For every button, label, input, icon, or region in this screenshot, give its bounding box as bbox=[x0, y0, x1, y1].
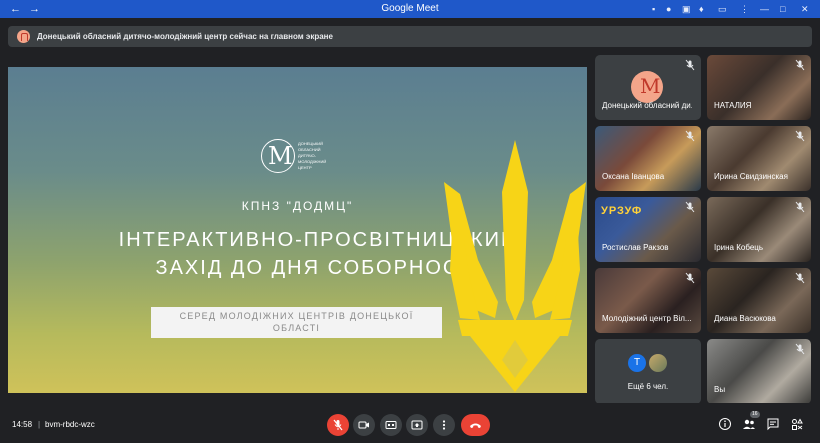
close-icon[interactable]: ✕ bbox=[801, 3, 809, 15]
window-title: Google Meet bbox=[381, 3, 439, 14]
main-presentation: M ДОНЕЦЬКИЙ ОБЛАСНИЙ ДИТЯЧО- МОЛОДІЖНИЙ … bbox=[8, 67, 587, 393]
participant-tile[interactable]: НАТАЛИЯ bbox=[707, 55, 811, 120]
participant-name: Ростислав Ракзов bbox=[602, 243, 669, 252]
mic-off-icon bbox=[685, 272, 695, 284]
participant-avatar: M bbox=[631, 71, 663, 103]
participant-name: Ирина Свидзинская bbox=[714, 172, 788, 181]
logo-ring: M bbox=[261, 139, 295, 173]
minimize-icon[interactable]: — bbox=[760, 3, 769, 15]
mic-off-icon bbox=[795, 343, 805, 355]
trident-icon bbox=[444, 140, 586, 392]
participant-tile[interactable]: M Донецький обласний ди... bbox=[595, 55, 701, 120]
meeting-time: 14:58 bbox=[12, 420, 33, 429]
participant-tile[interactable]: Диана Васюкова bbox=[707, 268, 811, 333]
presenting-banner: Донецький обласний дитячо-молодіжний цен… bbox=[8, 26, 812, 47]
captions-button[interactable] bbox=[380, 414, 402, 436]
participant-name: Молодіжний центр Віл... bbox=[602, 314, 692, 323]
location-icon[interactable]: ● bbox=[666, 3, 671, 15]
extension-icon[interactable]: ♦ bbox=[699, 3, 704, 15]
participant-name: Ірина Кобець bbox=[714, 243, 764, 252]
participant-tile[interactable]: Молодіжний центр Віл... bbox=[595, 268, 701, 333]
chat-icon[interactable] bbox=[766, 417, 780, 431]
participant-name: Диана Васюкова bbox=[714, 314, 776, 323]
pip-icon[interactable]: ▣ bbox=[682, 3, 691, 15]
presenting-text: Донецький обласний дитячо-молодіжний цен… bbox=[37, 32, 333, 41]
present-now-button[interactable] bbox=[406, 414, 428, 436]
slide-logo: M ДОНЕЦЬКИЙ ОБЛАСНИЙ ДИТЯЧО- МОЛОДІЖНИЙ … bbox=[261, 139, 341, 177]
participant-name: НАТАЛИЯ bbox=[714, 101, 752, 110]
activities-icon[interactable] bbox=[790, 417, 804, 431]
camera-status-icon[interactable]: ▪ bbox=[652, 3, 655, 15]
participant-name: Вы bbox=[714, 385, 726, 394]
participant-tile[interactable]: Ірина Кобець bbox=[707, 197, 811, 262]
more-vert-icon bbox=[442, 420, 446, 430]
camera-toggle-button[interactable] bbox=[353, 414, 375, 436]
mic-off-icon bbox=[685, 130, 695, 142]
closed-captions-icon bbox=[385, 421, 397, 429]
participant-name: Донецький обласний ди... bbox=[602, 101, 692, 110]
mic-off-icon bbox=[795, 59, 805, 71]
meeting-info-icon[interactable] bbox=[718, 417, 732, 431]
mic-off-icon bbox=[795, 272, 805, 284]
mic-off-icon bbox=[795, 201, 805, 213]
more-vert-icon[interactable]: ⋮ bbox=[740, 3, 749, 15]
participant-tile[interactable]: Оксана Іванцова bbox=[595, 126, 701, 191]
mic-toggle-button[interactable] bbox=[327, 414, 349, 436]
participant-avatar: T bbox=[628, 354, 646, 372]
maximize-icon[interactable]: □ bbox=[780, 3, 785, 15]
participant-avatar bbox=[649, 354, 667, 372]
separator: | bbox=[38, 420, 41, 429]
present-screen-icon bbox=[411, 420, 423, 430]
leave-call-button[interactable] bbox=[461, 414, 490, 436]
more-participants-tile[interactable]: T Ещё 6 чел. bbox=[595, 339, 701, 404]
window-titlebar: ← → Google Meet ▪ ● ▣ ♦ ▭ ⋮ — □ ✕ bbox=[0, 0, 820, 18]
participant-tile[interactable]: УРЗУФ Ростислав Ракзов bbox=[595, 197, 701, 262]
slide-subtitle-box: СЕРЕД МОЛОДІЖНИХ ЦЕНТРІВ ДОНЕЦЬКОЇ ОБЛАС… bbox=[151, 307, 442, 338]
meeting-code: bvm-rbdc-wzc bbox=[45, 420, 95, 429]
more-options-button[interactable] bbox=[433, 414, 455, 436]
videocam-icon bbox=[358, 421, 369, 429]
mic-off-icon bbox=[685, 201, 695, 213]
participant-name: Оксана Іванцова bbox=[602, 172, 665, 181]
more-participants-label: Ещё 6 чел. bbox=[627, 382, 669, 391]
mic-off-icon bbox=[795, 130, 805, 142]
mic-off-icon bbox=[685, 59, 695, 71]
participant-count-badge: 16 bbox=[750, 411, 760, 418]
presenter-avatar-icon bbox=[17, 30, 30, 43]
mic-off-icon bbox=[333, 419, 343, 431]
people-icon[interactable] bbox=[742, 417, 756, 431]
cast-icon[interactable]: ▭ bbox=[718, 3, 727, 15]
tile-background-text: УРЗУФ bbox=[601, 205, 643, 217]
call-end-icon bbox=[470, 423, 481, 428]
meeting-controls: 14:58 | bvm-rbdc-wzc 16 bbox=[0, 403, 820, 443]
self-view-tile[interactable]: Вы bbox=[707, 339, 811, 404]
participant-tile[interactable]: Ирина Свидзинская bbox=[707, 126, 811, 191]
logo-text: ДОНЕЦЬКИЙ ОБЛАСНИЙ ДИТЯЧО- МОЛОДІЖНИЙ ЦЕ… bbox=[298, 141, 327, 170]
